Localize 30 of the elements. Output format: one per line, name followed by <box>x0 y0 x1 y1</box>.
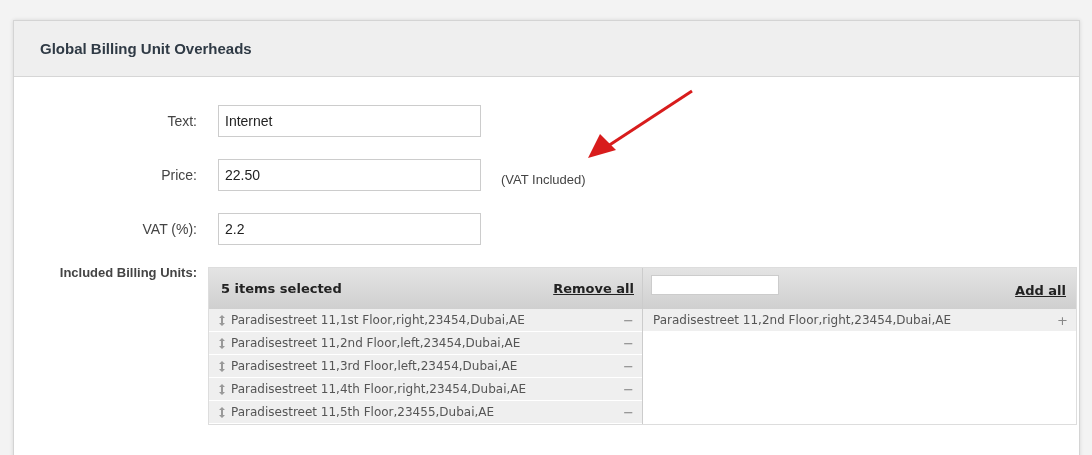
item-text: Paradisestreet 11,3rd Floor,left,23454,Dubai,AE <box>231 359 519 373</box>
item-text: Paradisestreet 11,2nd Floor,right,23454,Dubai,AE <box>653 313 952 327</box>
item-text: Paradisestreet 11,2nd Floor,left,23454,Dubai,AE <box>231 336 522 350</box>
search-field[interactable] <box>651 275 779 295</box>
drag-handle-icon[interactable] <box>219 314 225 326</box>
field-label: Included Billing Units: <box>58 265 198 280</box>
item-text: Paradisestreet 11,5th Floor,23455,Dubai,AE <box>231 405 496 419</box>
field-label: Text: <box>166 113 198 129</box>
drag-handle-icon[interactable] <box>219 360 225 372</box>
field-note: (VAT Included) <box>501 171 586 187</box>
remove-all-link[interactable]: Remove all <box>553 281 634 296</box>
field-label: Price: <box>160 167 198 183</box>
drag-handle-icon[interactable] <box>219 406 225 418</box>
list-item[interactable]: Paradisestreet 11,1st Floor,right,23454,Dubai,AE − <box>209 309 642 332</box>
item-text: Paradisestreet 11,1st Floor,right,23454,Dubai,AE <box>231 313 526 327</box>
panel-title: Global Billing Unit Overheads <box>40 40 252 57</box>
list-item[interactable]: Paradisestreet 11,2nd Floor,right,23454,Dubai,AE + <box>643 309 1076 332</box>
list-item[interactable]: Paradisestreet 11,2nd Floor,left,23454,Dubai,AE − <box>209 332 642 355</box>
selected-count: 5 items selected <box>221 281 342 296</box>
field-label: VAT (%): <box>141 221 198 237</box>
list-item[interactable]: Paradisestreet 11,3rd Floor,left,23454,Dubai,AE − <box>209 355 642 378</box>
drag-handle-icon[interactable] <box>219 337 225 349</box>
input-field[interactable]: 2.2 <box>218 213 481 245</box>
input-field[interactable]: Internet <box>218 105 481 137</box>
list-item[interactable]: Paradisestreet 11,4th Floor,right,23454,Dubai,AE − <box>209 378 642 401</box>
item-text: Paradisestreet 11,4th Floor,right,23454,Dubai,AE <box>231 382 528 396</box>
list-item[interactable]: Paradisestreet 11,5th Floor,23455,Dubai,AE − <box>209 401 642 424</box>
add-all-link[interactable]: Add all <box>1015 283 1066 298</box>
drag-handle-icon[interactable] <box>219 383 225 395</box>
input-field[interactable]: 22.50 <box>218 159 481 191</box>
